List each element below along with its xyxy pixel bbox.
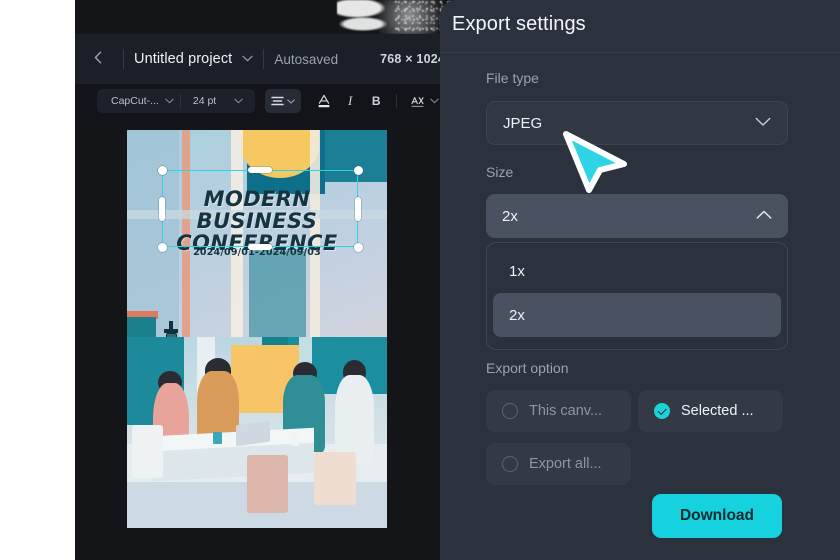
project-caret-icon[interactable]	[242, 53, 253, 65]
size-option-1x[interactable]: 1x	[493, 249, 781, 293]
size-select[interactable]: 2x	[486, 194, 788, 238]
export-option-export-all-label: Export all...	[529, 456, 602, 472]
size-option-2x[interactable]: 2x	[493, 293, 781, 337]
resize-handle-bottom[interactable]	[248, 244, 272, 250]
font-size-select[interactable]: 24 pt	[181, 95, 234, 107]
poster-canvas[interactable]: MODERN BUSINESS CONFERENCE 2024/09/01-20…	[127, 130, 387, 528]
letter-spacing-icon	[411, 96, 424, 107]
back-button[interactable]	[83, 49, 113, 69]
radio-unchecked-icon	[502, 403, 518, 419]
chevron-down-icon	[755, 117, 771, 129]
text-align-button[interactable]	[265, 89, 302, 113]
resize-handle-right[interactable]	[355, 196, 361, 221]
download-button[interactable]: Download	[652, 494, 782, 538]
text-align-icon	[271, 96, 284, 105]
file-type-select[interactable]: JPEG	[486, 101, 788, 145]
export-option-selected-label: Selected ...	[681, 403, 754, 419]
file-type-label: File type	[486, 70, 539, 86]
export-option-selected[interactable]: Selected ...	[638, 390, 783, 432]
export-option-export-all[interactable]: Export all...	[486, 443, 631, 485]
italic-label: I	[348, 93, 353, 108]
radio-unchecked-icon-2	[502, 456, 518, 472]
resize-handle-bottom-left[interactable]	[157, 242, 167, 252]
export-option-label: Export option	[486, 360, 569, 376]
text-color-icon	[318, 94, 330, 108]
resize-handle-top[interactable]	[248, 167, 272, 173]
export-option-this-canvas-label: This canv...	[529, 403, 603, 419]
panel-title-divider	[440, 52, 840, 53]
text-color-button[interactable]	[311, 89, 337, 113]
header-divider-2	[263, 49, 265, 69]
resize-handle-left[interactable]	[159, 196, 165, 221]
header-divider-1	[123, 49, 124, 69]
size-dropdown-menu[interactable]: 1x 2x	[486, 242, 788, 350]
align-caret-icon	[287, 98, 295, 104]
toolbar-divider-2	[396, 94, 398, 108]
size-option-2x-label: 2x	[509, 306, 525, 324]
file-type-value: JPEG	[503, 114, 543, 132]
export-settings-title: Export settings	[452, 13, 586, 35]
font-group: CapCut-... 24 pt	[97, 89, 256, 113]
radio-checked-icon	[654, 403, 670, 419]
size-option-1x-label: 1x	[509, 262, 525, 280]
letter-spacing-button[interactable]	[404, 89, 430, 113]
chevron-left-icon	[94, 51, 102, 64]
font-family-caret-icon[interactable]	[165, 97, 180, 106]
export-option-this-canvas[interactable]: This canv...	[486, 390, 631, 432]
font-family-select[interactable]: CapCut-...	[103, 95, 165, 107]
text-selection-frame[interactable]	[157, 165, 363, 252]
project-name[interactable]: Untitled project	[134, 51, 232, 67]
autosave-status: Autosaved	[274, 51, 339, 67]
poster-shape-teal-block	[249, 249, 307, 337]
italic-button[interactable]: I	[337, 89, 363, 113]
size-label: Size	[486, 164, 514, 180]
canvas-size-label[interactable]: 768 × 1024	[380, 52, 445, 66]
top-blur-artifact	[337, 0, 457, 34]
poster-meeting-illustration	[127, 336, 387, 528]
size-value: 2x	[502, 207, 518, 225]
chevron-up-icon	[756, 210, 772, 222]
font-size-caret-icon[interactable]	[234, 97, 249, 106]
screen: Untitled project Autosaved 768 × 1024 Ca…	[0, 0, 840, 560]
resize-handle-top-left[interactable]	[157, 165, 167, 175]
bold-button[interactable]: B	[363, 89, 389, 113]
resize-handle-top-right[interactable]	[353, 165, 363, 175]
resize-handle-bottom-right[interactable]	[353, 242, 363, 252]
bold-label: B	[371, 94, 381, 108]
